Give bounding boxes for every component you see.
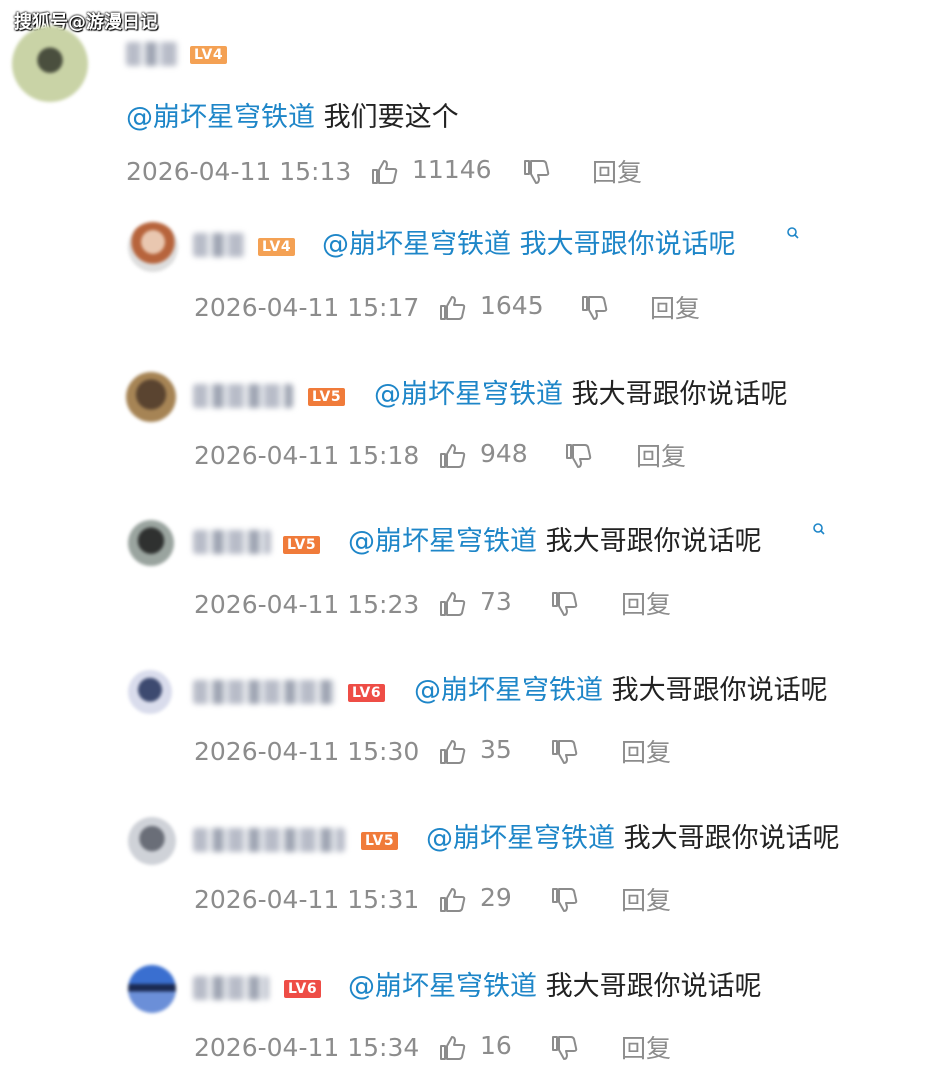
username[interactable] [126, 42, 178, 66]
reply-button[interactable]: 回复 [592, 158, 642, 188]
like-count: 16 [480, 1031, 512, 1060]
reply-button[interactable]: 回复 [621, 886, 671, 916]
comment-body: 我大哥跟你说话呢 [511, 229, 736, 260]
thumbs-down-icon[interactable] [564, 441, 594, 471]
level-badge: LV5 [308, 388, 346, 406]
reply-button[interactable]: 回复 [621, 590, 671, 620]
like-count: 948 [480, 439, 528, 468]
timestamp: 2026-04-11 15:18 [194, 441, 420, 470]
level-badge: LV5 [283, 536, 321, 554]
thumbs-up-icon[interactable] [438, 589, 468, 619]
comment-text: @崩坏星穹铁道 我们要这个 [126, 101, 459, 135]
avatar[interactable] [126, 372, 176, 422]
thumbs-up-icon[interactable] [370, 157, 400, 187]
mention-link[interactable]: @崩坏星穹铁道 [348, 971, 537, 1002]
thumbs-up-icon[interactable] [438, 293, 468, 323]
timestamp: 2026-04-11 15:17 [194, 293, 420, 322]
timestamp: 2026-04-11 15:30 [194, 737, 420, 766]
comment-text: @崩坏星穹铁道 我大哥跟你说话呢 [322, 228, 736, 262]
like-count: 29 [480, 883, 512, 912]
avatar[interactable] [128, 520, 174, 566]
comment-text: @崩坏星穹铁道 我大哥跟你说话呢 [426, 822, 840, 856]
thumbs-up-icon[interactable] [438, 737, 468, 767]
timestamp: 2026-04-11 15:34 [194, 1033, 420, 1062]
comment-body: 我大哥跟你说话呢 [537, 526, 762, 557]
level-badge: LV6 [348, 684, 386, 702]
avatar[interactable] [12, 26, 88, 102]
mention-link[interactable]: @崩坏星穹铁道 [426, 823, 615, 854]
thumbs-down-icon[interactable] [550, 737, 580, 767]
avatar[interactable] [128, 965, 176, 1013]
timestamp: 2026-04-11 15:13 [126, 157, 352, 186]
like-count: 11146 [412, 155, 492, 184]
avatar[interactable] [128, 817, 176, 865]
mention-link[interactable]: @崩坏星穹铁道 [126, 102, 315, 133]
reply-button[interactable]: 回复 [621, 738, 671, 768]
avatar[interactable] [128, 670, 172, 714]
thumbs-up-icon[interactable] [438, 441, 468, 471]
thumbs-down-icon[interactable] [580, 293, 610, 323]
level-badge: LV6 [284, 980, 322, 998]
username[interactable] [193, 828, 345, 852]
avatar[interactable] [128, 222, 178, 272]
mention-link[interactable]: @崩坏星穹铁道 [322, 229, 511, 260]
thumbs-down-icon[interactable] [550, 589, 580, 619]
comment-body: 我大哥跟你说话呢 [603, 675, 828, 706]
thumbs-up-icon[interactable] [438, 1033, 468, 1063]
level-badge: LV4 [258, 238, 296, 256]
mention-link[interactable]: @崩坏星穹铁道 [348, 526, 537, 557]
thumbs-down-icon[interactable] [550, 1033, 580, 1063]
thumbs-up-icon[interactable] [438, 885, 468, 915]
mention-link[interactable]: @崩坏星穹铁道 [374, 379, 563, 410]
thumbs-down-icon[interactable] [522, 157, 552, 187]
like-count: 73 [480, 587, 512, 616]
username[interactable] [193, 233, 245, 257]
reply-button[interactable]: 回复 [621, 1034, 671, 1064]
search-icon [787, 227, 799, 239]
reply-button[interactable]: 回复 [650, 294, 700, 324]
comment-text: @崩坏星穹铁道 我大哥跟你说话呢 [348, 525, 762, 559]
comment-text: @崩坏星穹铁道 我大哥跟你说话呢 [374, 378, 788, 412]
search-icon [813, 523, 825, 535]
username[interactable] [193, 384, 293, 408]
like-count: 35 [480, 735, 512, 764]
timestamp: 2026-04-11 15:23 [194, 590, 420, 619]
comment-text: @崩坏星穹铁道 我大哥跟你说话呢 [348, 970, 762, 1004]
username[interactable] [193, 976, 269, 1000]
comment-body: 我大哥跟你说话呢 [537, 971, 762, 1002]
username[interactable] [193, 530, 271, 554]
comment-body: 我们要这个 [315, 102, 459, 133]
level-badge: LV4 [190, 46, 228, 64]
username[interactable] [193, 680, 335, 704]
main-comment: LV4 @崩坏星穹铁道 我们要这个 2026-04-11 15:13 11146… [0, 0, 942, 200]
thumbs-down-icon[interactable] [550, 885, 580, 915]
mention-link[interactable]: @崩坏星穹铁道 [414, 675, 603, 706]
level-badge: LV5 [361, 832, 399, 850]
comment-body: 我大哥跟你说话呢 [615, 823, 840, 854]
timestamp: 2026-04-11 15:31 [194, 885, 420, 914]
comment-text: @崩坏星穹铁道 我大哥跟你说话呢 [414, 674, 828, 708]
reply-button[interactable]: 回复 [636, 442, 686, 472]
comment-body: 我大哥跟你说话呢 [563, 379, 788, 410]
like-count: 1645 [480, 291, 544, 320]
